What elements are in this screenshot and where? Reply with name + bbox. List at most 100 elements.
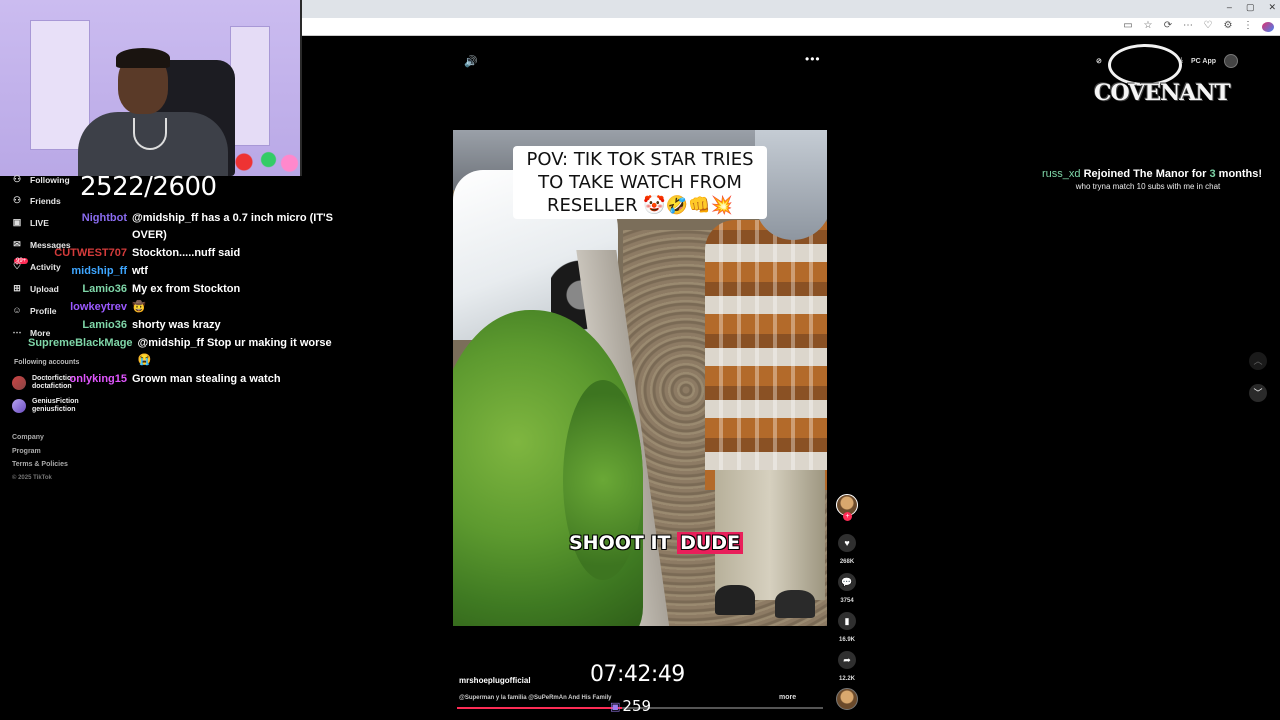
footer-link-company[interactable]: Company <box>12 434 68 448</box>
extensions-icon[interactable]: ⋯ <box>1182 20 1194 32</box>
chat-username: onlyking15 <box>69 373 127 385</box>
chat-message: onlyking15 Grown man stealing a watch <box>28 371 348 388</box>
following-account[interactable]: GeniusFiction geniusfiction <box>12 398 79 414</box>
sidebar-item-following[interactable]: ⚇ Following <box>10 174 70 186</box>
chat-text: Stockton.....nuff said <box>132 247 241 259</box>
avatar <box>12 376 26 390</box>
chat-text: @midship_ff Stop ur making it worse 😭 <box>137 337 332 366</box>
footer-link-program[interactable]: Program <box>12 448 68 462</box>
profile-avatar[interactable] <box>1224 54 1239 68</box>
chat-username: midship_ff <box>71 265 127 277</box>
bookmark-icon[interactable]: ▮ <box>838 612 856 630</box>
chat-text: 🤠 <box>132 301 146 313</box>
chat-username: Lamio36 <box>82 283 127 295</box>
video-description: @Superman y la familia @SuPeRmAn And His… <box>459 695 612 701</box>
minimize-button[interactable]: – <box>1227 2 1232 13</box>
resub-message: who tryna match 10 subs with me in chat <box>1075 182 1221 191</box>
streamer-hair <box>116 48 170 68</box>
close-button[interactable]: ✕ <box>1268 2 1276 13</box>
avatar <box>12 399 26 413</box>
chat-text: shorty was krazy <box>132 319 221 331</box>
favorites-icon[interactable]: ♡ <box>1202 20 1214 32</box>
refresh-icon[interactable]: ⟳ <box>1162 20 1174 32</box>
subtitle-text: SHOOT IT <box>569 532 678 554</box>
logo-text: COVENANT <box>1094 80 1231 106</box>
chat-text: @midship_ff has a 0.7 inch micro (IT'S O… <box>132 212 333 241</box>
share-arrow-icon[interactable]: ➦ <box>838 651 856 669</box>
volume-icon[interactable]: 🔊 <box>464 55 478 68</box>
person-shoe <box>715 585 755 615</box>
chat-username: Lamio36 <box>82 319 127 331</box>
webcam-background-door <box>30 20 90 150</box>
chat-message: Lamio36 shorty was krazy <box>28 317 348 334</box>
chat-message: lowkeytrev 🤠 <box>28 299 348 316</box>
footer-copyright: © 2025 TikTok <box>12 474 52 481</box>
like-count: 268K <box>839 559 855 565</box>
more-link[interactable]: more <box>779 694 796 701</box>
next-video-button[interactable]: ﹀ <box>1249 384 1267 402</box>
webcam-feed <box>0 0 302 176</box>
comment-count: 3754 <box>840 598 854 604</box>
live-icon: ▣ <box>12 217 22 227</box>
chat-username: Nightbot <box>81 212 127 224</box>
chat-message: midship_ff wtf <box>28 263 348 280</box>
chat-username: SupremeBlackMage <box>28 337 133 349</box>
reader-mode-icon[interactable]: ▭ <box>1122 20 1134 32</box>
comment-icon[interactable]: 💬 <box>838 573 856 591</box>
profile-icon: ☺ <box>12 305 22 315</box>
chat-message: SupremeBlackMage @midship_ff Stop ur mak… <box>28 335 348 369</box>
viewer-count: 259 <box>622 697 652 715</box>
upload-icon: ⊞ <box>13 283 21 293</box>
browser-toolbar-icons: ▭ ☆ ⟳ ⋯ ♡ ⚙ ⋮ <box>1122 20 1274 32</box>
account-name-block: GeniusFiction geniusfiction <box>32 398 79 414</box>
music-disc-avatar[interactable] <box>836 688 858 710</box>
sidebar-item-label: Friends <box>30 196 61 206</box>
settings-icon[interactable]: ⚙ <box>1222 20 1234 32</box>
covenant-logo: COVENANT <box>1094 44 1231 116</box>
person-shoe <box>775 590 815 618</box>
copilot-icon[interactable] <box>1262 22 1274 32</box>
account-name: GeniusFiction <box>32 398 79 405</box>
activity-icon: ♡ <box>12 261 22 271</box>
webcam-background-door <box>230 26 270 146</box>
resub-alert: russ_xd Rejoined The Manor for 3 months!… <box>1042 168 1262 191</box>
video-caption: POV: TIK TOK STAR TRIES TO TAKE WATCH FR… <box>513 146 767 219</box>
window-controls: – ▢ ✕ <box>1227 2 1276 13</box>
video-progress-fill <box>457 707 622 709</box>
sidebar-item-friends[interactable]: ⚇ Friends <box>10 195 61 207</box>
alert-text: Rejoined The Manor for <box>1080 168 1210 180</box>
share-count: 12.2K <box>838 676 855 682</box>
sub-goal-counter: 2522/2600 <box>80 172 217 202</box>
chat-text: Grown man stealing a watch <box>132 373 281 385</box>
alert-username: russ_xd <box>1042 168 1081 180</box>
previous-video-button[interactable]: ︿ <box>1249 352 1267 370</box>
follow-plus-icon[interactable]: + <box>843 512 852 521</box>
chat-text: wtf <box>132 265 148 277</box>
video-author[interactable]: mrshoeplugofficial <box>459 676 531 685</box>
chat-message: CUTWEST707 Stockton.....nuff said <box>28 245 348 262</box>
users-icon: ⚇ <box>12 174 22 184</box>
video-player[interactable]: POV: TIK TOK STAR TRIES TO TAKE WATCH FR… <box>453 130 827 626</box>
like-heart-icon[interactable]: ♥ <box>838 534 856 552</box>
save-count: 16.9K <box>838 637 855 643</box>
video-subtitle: SHOOT IT DUDE <box>569 532 744 554</box>
chat-username: CUTWEST707 <box>54 247 127 259</box>
subtitle-highlight: DUDE <box>677 532 744 554</box>
alert-text-end: months! <box>1215 168 1263 180</box>
chat-message: Lamio36 My ex from Stockton <box>28 281 348 298</box>
resub-alert-text: russ_xd Rejoined The Manor for 3 months! <box>1042 168 1262 180</box>
person-flannel <box>705 220 827 490</box>
chat-message: Nightbot @midship_ff has a 0.7 inch micr… <box>28 210 348 244</box>
viewers-icon: ▣ <box>610 699 621 713</box>
chat-text: My ex from Stockton <box>132 283 241 295</box>
more-options-icon[interactable]: ••• <box>805 52 821 66</box>
menu-icon[interactable]: ⋮ <box>1242 20 1254 32</box>
plush-toy <box>230 150 300 174</box>
bookmark-star-icon[interactable]: ☆ <box>1142 20 1154 32</box>
footer-link-terms[interactable]: Terms & Policies <box>12 461 68 475</box>
maximize-button[interactable]: ▢ <box>1246 2 1255 13</box>
sidebar-item-label: Following <box>30 175 70 185</box>
chat-username: lowkeytrev <box>70 301 127 313</box>
account-handle: geniusfiction <box>32 406 76 413</box>
sidebar-footer: Company Program Terms & Policies © 2025 … <box>12 434 68 488</box>
